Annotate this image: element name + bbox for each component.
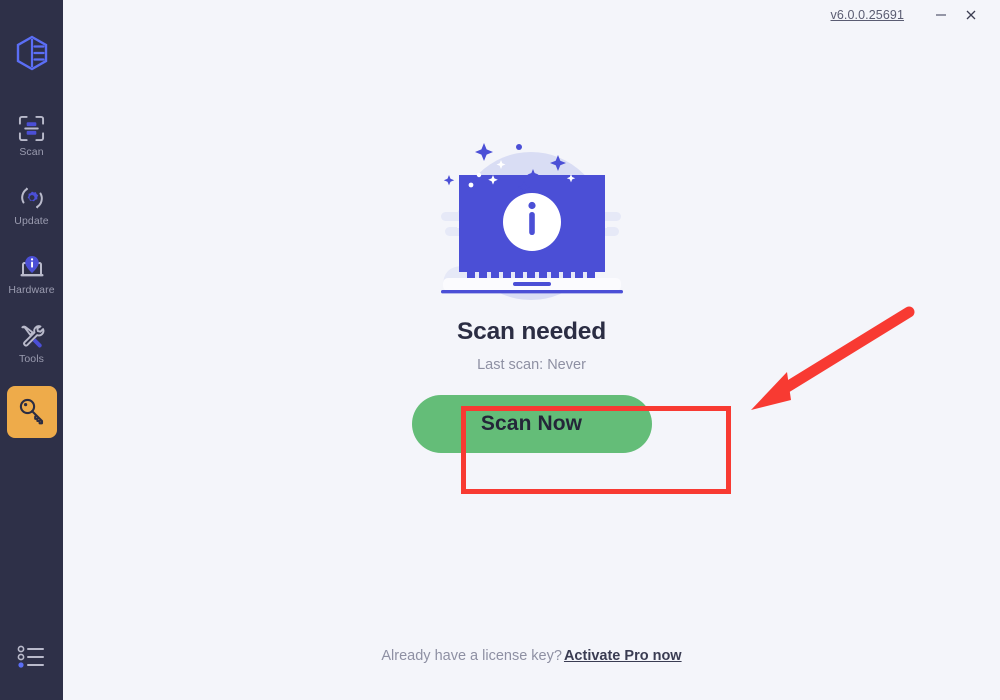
sidebar-item-label: Update [14, 214, 49, 227]
driver-booster-logo [11, 32, 53, 74]
sidebar-item-hardware[interactable]: Hardware [7, 248, 57, 300]
laptop-info-illustration [427, 128, 637, 300]
activate-pro-link[interactable]: Activate Pro now [564, 648, 682, 664]
version-label[interactable]: v6.0.0.25691 [831, 8, 904, 22]
content-panel: Scan needed Last scan: Never Scan Now Al… [63, 30, 1000, 700]
menu-list-icon [17, 645, 47, 674]
tools-icon [18, 322, 46, 350]
sidebar-item-label: Scan [19, 145, 44, 158]
scan-now-button[interactable]: Scan Now [411, 395, 652, 453]
title-bar: v6.0.0.25691 [63, 0, 1000, 30]
key-icon [17, 395, 47, 427]
page-title: Scan needed [457, 318, 606, 345]
footer: Already have a license key? Activate Pro … [63, 648, 1000, 664]
sidebar-nav: Scan Update Hardware Tools [0, 110, 63, 455]
sidebar: Scan Update Hardware Tools [0, 0, 63, 700]
sidebar-item-label: Tools [18, 352, 44, 365]
hardware-icon [18, 253, 46, 281]
sidebar-item-scan[interactable]: Scan [7, 110, 57, 162]
sidebar-item-tools[interactable]: Tools [7, 317, 57, 369]
last-scan-label: Last scan: Never [477, 357, 586, 373]
scan-icon [18, 115, 45, 143]
sidebar-item-update[interactable]: Update [7, 179, 57, 231]
close-button[interactable] [956, 2, 986, 28]
main-area: v6.0.0.25691 Scan needed Last scan: Neve… [63, 0, 1000, 700]
minimize-button[interactable] [926, 2, 956, 28]
license-prompt-label: Already have a license key? [381, 648, 562, 664]
sidebar-item-label: Hardware [8, 283, 55, 296]
sidebar-menu-button[interactable] [0, 645, 63, 674]
sidebar-item-key[interactable] [6, 386, 57, 438]
app-window: Scan Update Hardware Tools v6.0.0.25691 … [0, 0, 1000, 700]
update-icon [18, 184, 46, 212]
